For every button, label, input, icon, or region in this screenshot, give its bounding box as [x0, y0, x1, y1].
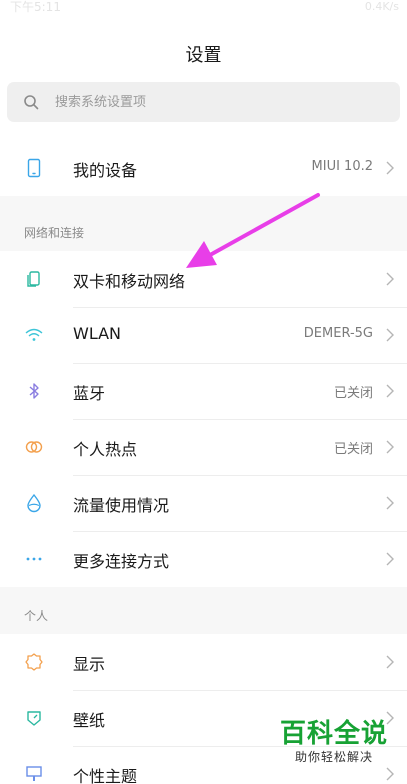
hotspot-icon — [25, 441, 43, 453]
bluetooth-icon — [29, 383, 39, 399]
chevron-right-icon — [386, 440, 394, 454]
chevron-right-icon — [386, 496, 394, 510]
bluetooth-row[interactable]: 蓝牙 已关闭 — [0, 363, 407, 419]
display-row[interactable]: 显示 — [0, 634, 407, 690]
my-device-value: MIUI 10.2 — [311, 159, 373, 174]
data-usage-row[interactable]: 流量使用情况 — [0, 475, 407, 531]
hotspot-row[interactable]: 个人热点 已关闭 — [0, 419, 407, 475]
wallpaper-label: 壁纸 — [73, 711, 106, 730]
data-usage-label: 流量使用情况 — [73, 496, 170, 515]
brightness-icon — [25, 653, 43, 671]
section-header-personal: 个人 — [24, 609, 49, 623]
wallpaper-icon — [27, 711, 41, 726]
hotspot-value: 已关闭 — [333, 442, 373, 457]
settings-header: 设置 — [0, 18, 407, 148]
search-box[interactable] — [7, 82, 400, 122]
status-time: 下午5:11 — [10, 0, 61, 14]
section-header-network: 网络和连接 — [24, 226, 85, 240]
my-device-label: 我的设备 — [73, 161, 138, 180]
chevron-right-icon — [386, 655, 394, 669]
chevron-right-icon — [386, 767, 394, 781]
dual-sim-label: 双卡和移动网络 — [73, 272, 186, 291]
theme-label: 个性主题 — [73, 767, 138, 784]
chevron-right-icon — [386, 384, 394, 398]
chevron-right-icon — [386, 161, 394, 175]
bluetooth-value: 已关闭 — [333, 386, 373, 401]
chevron-right-icon — [386, 552, 394, 566]
status-network-speed: 0.4K/s — [364, 0, 399, 13]
more-connections-row[interactable]: 更多连接方式 — [0, 531, 407, 587]
watermark-subtitle: 助你轻松解决 — [294, 750, 373, 764]
phone-icon — [27, 158, 41, 178]
device-card: 我的设备 MIUI 10.2 — [0, 140, 407, 196]
theme-icon — [26, 766, 42, 781]
wlan-row[interactable]: WLAN DEMER-5G — [0, 307, 407, 363]
page-title: 设置 — [185, 45, 222, 66]
chevron-right-icon — [386, 272, 394, 286]
status-bar: 下午5:11 0.4K/s — [0, 0, 407, 18]
more-connections-label: 更多连接方式 — [73, 552, 170, 571]
wifi-icon — [25, 328, 43, 341]
hotspot-label: 个人热点 — [73, 440, 138, 459]
search-icon — [24, 95, 39, 110]
dual-sim-row[interactable]: 双卡和移动网络 — [0, 251, 407, 307]
network-card: 双卡和移动网络 WLAN DEMER-5G 蓝牙 已关闭 个人热点 已关闭 流量… — [0, 251, 407, 587]
bluetooth-label: 蓝牙 — [73, 384, 106, 403]
wlan-value: DEMER-5G — [303, 326, 373, 341]
watermark-title: 百科全说 — [279, 719, 388, 749]
wlan-label: WLAN — [73, 324, 122, 343]
sim-card-icon — [27, 271, 40, 287]
data-drop-icon — [27, 493, 41, 513]
display-label: 显示 — [73, 655, 106, 674]
search-input[interactable] — [55, 92, 375, 112]
more-dots-icon — [26, 557, 42, 561]
chevron-right-icon — [386, 328, 394, 342]
watermark-logo: 百科全说 助你轻松解决 — [279, 719, 389, 765]
my-device-row[interactable]: 我的设备 MIUI 10.2 — [0, 140, 407, 196]
